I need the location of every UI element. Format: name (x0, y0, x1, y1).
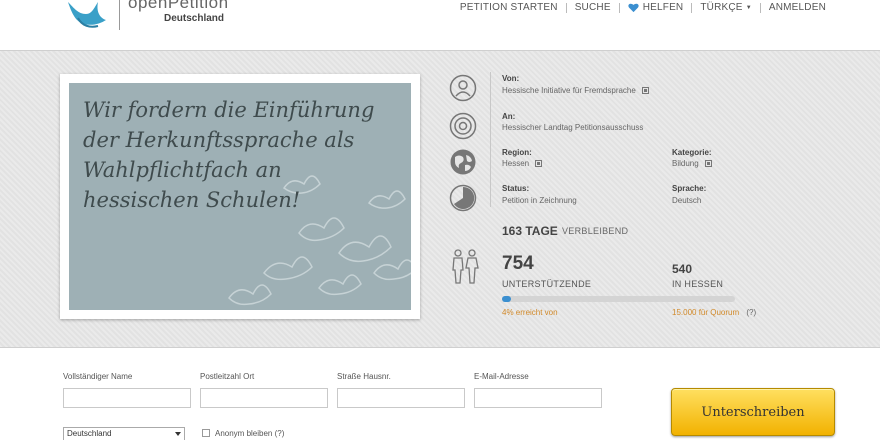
category-label: Kategorie: (672, 148, 712, 157)
status-label: Status: (502, 184, 530, 193)
heart-icon (628, 3, 639, 12)
logo-text[interactable]: openPetition (128, 0, 229, 13)
supporters-label: UNTERSTÜTZENDE (502, 279, 592, 289)
external-link-icon[interactable] (704, 160, 712, 167)
postal-input[interactable] (200, 388, 328, 408)
anonymous-label[interactable]: Anonym bleiben (?) (215, 429, 284, 438)
email-input[interactable] (474, 388, 602, 408)
people-icon (452, 249, 479, 284)
petition-poster: Wir fordern die Einführung der Herkunfts… (60, 74, 420, 319)
quorum-value: 15.000 für Quorum (672, 308, 740, 317)
quorum-help-link[interactable]: (?) (746, 308, 756, 317)
anonymous-checkbox[interactable] (202, 429, 210, 437)
target-icon (449, 112, 477, 140)
region-value[interactable]: Hessen (502, 159, 543, 168)
petition-title: Wir fordern die Einführung der Herkunfts… (83, 98, 375, 212)
street-label: Straße Hausnr. (337, 372, 391, 381)
region-value-text: Hessen (502, 159, 530, 168)
caret-down-icon: ▼ (745, 4, 752, 11)
email-label: E-Mail-Adresse (474, 372, 529, 381)
user-circle-icon (449, 74, 477, 102)
petition-hero: Wir fordern die Einführung der Herkunfts… (0, 50, 880, 348)
reached-text: 4% erreicht von (502, 308, 558, 317)
info-divider (490, 72, 491, 207)
external-link-icon[interactable] (641, 87, 649, 94)
postal-label: Postleitzahl Ort (200, 372, 255, 381)
external-link-icon[interactable] (535, 160, 543, 167)
category-value-text: Bildung (672, 159, 699, 168)
nav-help[interactable]: HELFEN (620, 2, 692, 13)
nav-start-petition[interactable]: PETITION STARTEN (452, 2, 566, 13)
name-input[interactable] (63, 388, 191, 408)
hessen-count: 540 (672, 262, 693, 276)
to-label: An: (502, 112, 516, 121)
from-value[interactable]: Hessische Initiative für Fremdsprache (502, 86, 649, 95)
language-value: Deutsch (672, 196, 702, 205)
nav-language-label: TÜRKÇE (700, 2, 743, 13)
progress-bar (502, 296, 735, 302)
logo-divider (119, 0, 120, 30)
poster-image: Wir fordern die Einführung der Herkunfts… (69, 83, 411, 310)
sign-button[interactable]: Unterschreiben (671, 388, 835, 436)
name-label: Vollständiger Name (63, 372, 133, 381)
hessen-label: IN HESSEN (672, 279, 724, 289)
status-value: Petition in Zeichnung (502, 196, 577, 205)
progress-bar-fill (502, 296, 512, 302)
from-value-text: Hessische Initiative für Fremdsprache (502, 86, 636, 95)
dropdown-arrow-icon (175, 432, 181, 436)
region-label: Region: (502, 148, 532, 157)
site-header: openPetition Deutschland PETITION STARTE… (0, 0, 880, 50)
logo-subtitle: Deutschland (164, 13, 225, 24)
nav-language[interactable]: TÜRKÇE ▼ (692, 2, 759, 13)
sign-button-label: Unterschreiben (701, 405, 805, 420)
country-select[interactable]: Deutschland (63, 427, 185, 440)
quorum-text: 15.000 für Quorum (?) (672, 308, 756, 317)
globe-icon (450, 149, 476, 175)
language-label: Sprache: (672, 184, 707, 193)
country-select-value: Deutschland (67, 429, 112, 438)
supporters-count: 754 (502, 253, 534, 274)
category-value[interactable]: Bildung (672, 159, 712, 168)
from-label: Von: (502, 74, 520, 83)
nav-search[interactable]: SUCHE (567, 2, 619, 13)
days-remaining-count: 163 TAGE (502, 224, 558, 238)
dove-logo-icon[interactable] (64, 0, 112, 30)
clock-pie-icon (449, 184, 477, 212)
street-input[interactable] (337, 388, 465, 408)
nav-help-label: HELFEN (642, 2, 684, 13)
days-remaining-label: VERBLEIBEND (562, 226, 629, 236)
to-value: Hessischer Landtag Petitionsausschuss (502, 123, 644, 132)
nav-login[interactable]: ANMELDEN (761, 2, 834, 13)
main-nav: PETITION STARTEN SUCHE HELFEN TÜRKÇE ▼ A… (452, 2, 834, 13)
